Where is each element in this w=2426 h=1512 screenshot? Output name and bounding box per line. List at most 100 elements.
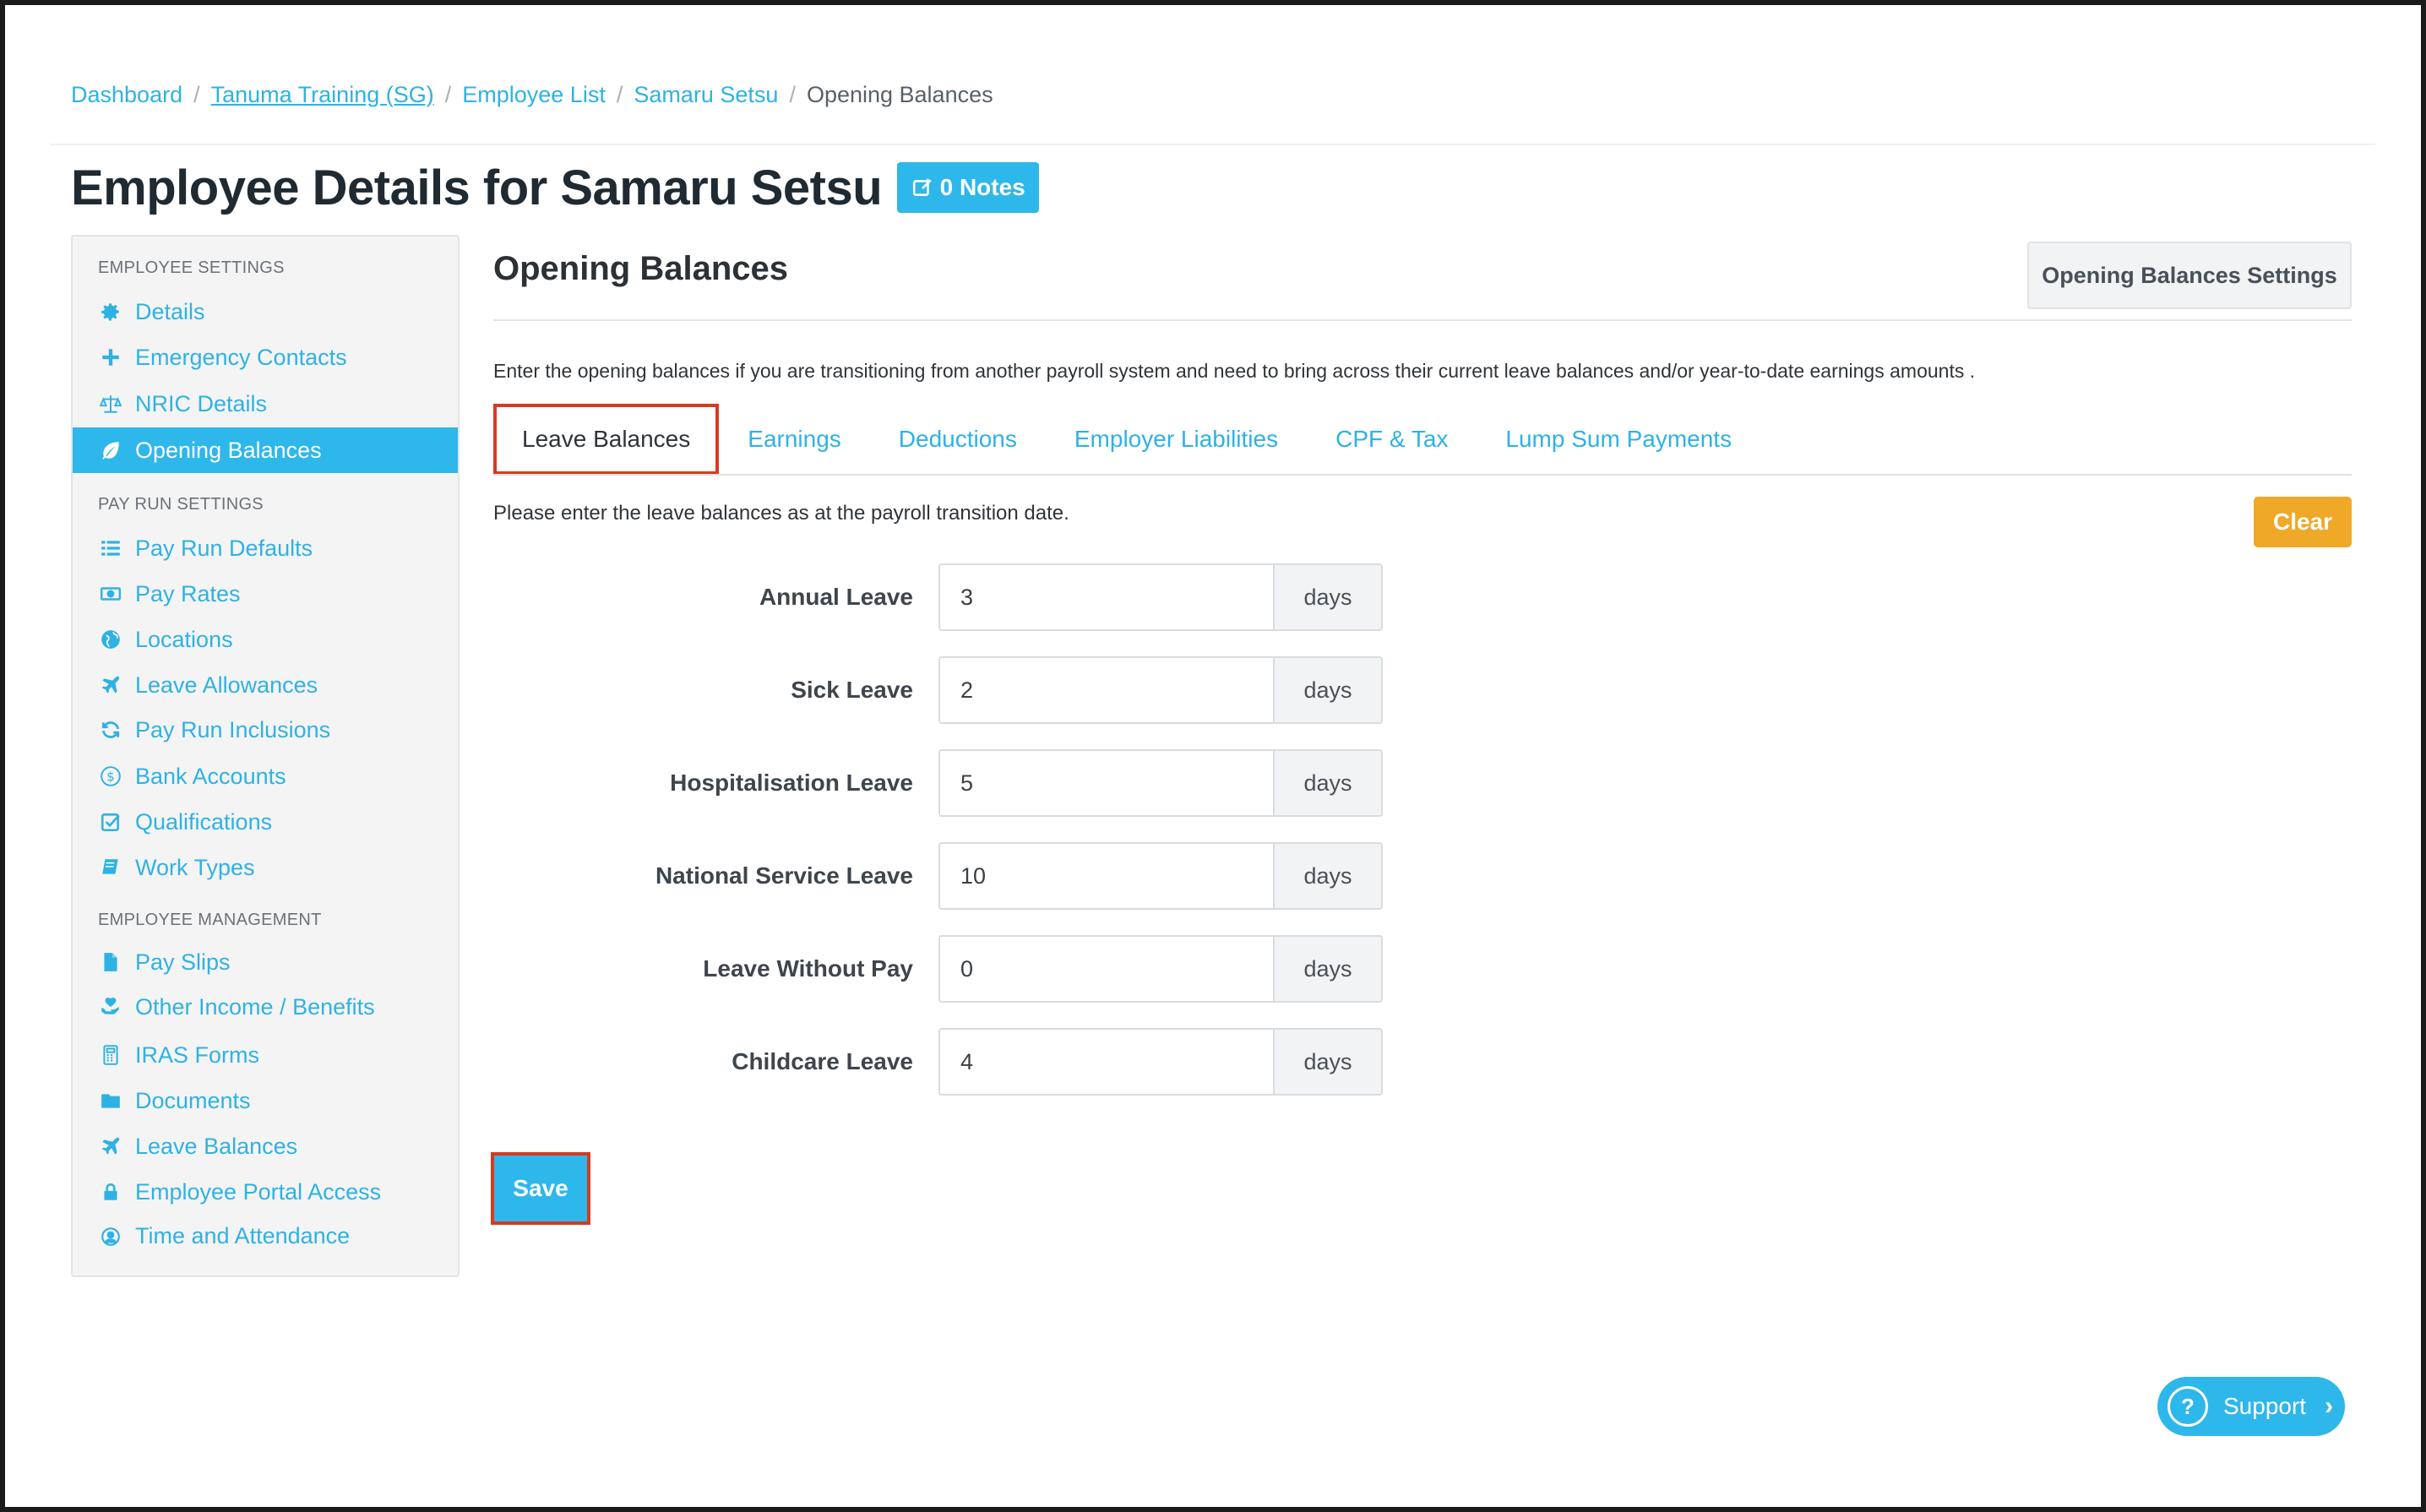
field-label: Sick Leave: [791, 677, 913, 703]
leaf-icon: [98, 438, 123, 463]
sidebar-item-other-income-benefits[interactable]: Other Income / Benefits: [73, 984, 458, 1030]
sidebar-item-locations[interactable]: Locations: [73, 617, 458, 662]
intro-text: Enter the opening balances if you are tr…: [493, 360, 1976, 382]
sidebar-item-documents[interactable]: Documents: [73, 1078, 458, 1123]
page-title: Employee Details for Samaru Setsu: [71, 160, 883, 215]
plane-icon: [98, 672, 123, 698]
question-icon: ?: [2168, 1386, 2208, 1427]
breadcrumb-employee[interactable]: Samaru Setsu: [634, 82, 778, 108]
notes-label: 0 Notes: [939, 174, 1025, 200]
tabs-divider: [493, 474, 2352, 476]
unit-addon: days: [1273, 844, 1381, 908]
sidebar-item-pay-rates[interactable]: Pay Rates: [73, 571, 458, 617]
unit-addon: days: [1273, 751, 1381, 815]
breadcrumb-employee-list[interactable]: Employee List: [462, 82, 606, 108]
sidebar-item-pay-slips[interactable]: Pay Slips: [73, 939, 458, 985]
dollar-circle-icon: $: [98, 764, 123, 789]
file-icon: [98, 949, 123, 975]
sidebar-item-label: IRAS Forms: [135, 1042, 260, 1068]
sidebar-item-label: Employee Portal Access: [135, 1178, 382, 1205]
sidebar-item-time-and-attendance[interactable]: Time and Attendance: [73, 1213, 458, 1259]
gear-icon: [98, 299, 123, 324]
sidebar-item-label: Other Income / Benefits: [135, 993, 375, 1020]
sidebar-item-nric-details[interactable]: NRIC Details: [73, 381, 458, 427]
breadcrumb-separator: /: [616, 81, 623, 107]
national-service-leave-input[interactable]: [940, 844, 1273, 908]
tab-earnings[interactable]: Earnings: [719, 404, 870, 475]
sidebar-item-employee-portal-access[interactable]: Employee Portal Access: [73, 1169, 458, 1215]
input-group: days: [938, 656, 1383, 724]
breadcrumb-separator: /: [789, 81, 796, 107]
sidebar-item-label: Qualifications: [135, 808, 273, 835]
breadcrumb-separator: /: [444, 81, 452, 107]
sick-leave-input[interactable]: [940, 658, 1273, 722]
notes-button[interactable]: 0 Notes: [897, 162, 1040, 213]
support-button[interactable]: ? Support ›: [2157, 1377, 2345, 1436]
sidebar-item-label: Locations: [135, 626, 233, 652]
svg-text:$: $: [106, 769, 115, 784]
opening-balances-settings-button[interactable]: Opening Balances Settings: [2027, 242, 2352, 309]
breadcrumb-dashboard[interactable]: Dashboard: [71, 82, 182, 108]
field-label: Leave Without Pay: [703, 955, 913, 982]
refresh-icon: [98, 717, 123, 742]
sidebar-item-emergency-contacts[interactable]: Emergency Contacts: [73, 334, 458, 380]
sidebar-heading-employee-management: EMPLOYEE MANAGEMENT: [98, 911, 322, 929]
sidebar-item-label: Leave Allowances: [135, 672, 318, 698]
clear-button[interactable]: Clear: [2254, 497, 2352, 547]
breadcrumb-company[interactable]: Tanuma Training (SG): [211, 82, 434, 108]
form-row-national-service-leave: National Service Leave days: [493, 842, 1409, 910]
sidebar-item-work-types[interactable]: Work Types: [73, 845, 458, 890]
sidebar-item-label: Pay Run Inclusions: [135, 716, 331, 742]
unit-addon: days: [1273, 658, 1381, 722]
sidebar-item-iras-forms[interactable]: IRAS Forms: [73, 1032, 458, 1078]
sidebar-item-label: Time and Attendance: [135, 1222, 351, 1248]
folder-icon: [98, 1088, 123, 1113]
plane-icon: [98, 1134, 123, 1159]
money-icon: [98, 581, 123, 606]
breadcrumb-separator: /: [193, 81, 200, 107]
sidebar-item-qualifications[interactable]: Qualifications: [73, 799, 458, 845]
tab-cpf-tax[interactable]: CPF & Tax: [1307, 404, 1477, 475]
childcare-leave-input[interactable]: [940, 1030, 1273, 1094]
field-label: Annual Leave: [759, 584, 913, 610]
tab-deductions[interactable]: Deductions: [870, 404, 1046, 475]
title-row: Employee Details for Samaru Setsu 0 Note…: [71, 157, 1040, 218]
annual-leave-input[interactable]: [940, 565, 1273, 629]
divider: [51, 144, 2375, 145]
sidebar-item-details[interactable]: Details: [73, 289, 458, 334]
lock-icon: [98, 1179, 123, 1205]
sidebar-item-label: Pay Run Defaults: [135, 535, 313, 561]
input-group: days: [938, 1028, 1383, 1096]
hospitalisation-leave-input[interactable]: [940, 751, 1273, 815]
list-icon: [98, 536, 123, 561]
sidebar: EMPLOYEE SETTINGS Details Emergency Cont…: [71, 235, 460, 1277]
leave-note: Please enter the leave balances as at th…: [493, 502, 1069, 525]
sidebar-item-bank-accounts[interactable]: $ Bank Accounts: [73, 753, 458, 799]
tab-employer-liabilities[interactable]: Employer Liabilities: [1046, 404, 1307, 475]
chevron-right-icon: ›: [2325, 1392, 2334, 1420]
sidebar-item-leave-balances[interactable]: Leave Balances: [73, 1123, 458, 1169]
sidebar-item-pay-run-defaults[interactable]: Pay Run Defaults: [73, 525, 458, 571]
sidebar-item-label: NRIC Details: [135, 390, 268, 416]
form-row-leave-without-pay: Leave Without Pay days: [493, 935, 1409, 1003]
breadcrumb-current: Opening Balances: [806, 81, 993, 107]
unit-addon: days: [1273, 937, 1381, 1001]
edit-icon: [912, 178, 932, 196]
sidebar-heading-employee-settings: EMPLOYEE SETTINGS: [98, 258, 285, 277]
section-title: Opening Balances: [493, 250, 788, 287]
sidebar-item-opening-balances[interactable]: Opening Balances: [73, 427, 458, 473]
sidebar-item-pay-run-inclusions[interactable]: Pay Run Inclusions: [73, 707, 458, 753]
tab-leave-balances[interactable]: Leave Balances: [493, 404, 720, 475]
tab-lump-sum-payments[interactable]: Lump Sum Payments: [1477, 404, 1760, 475]
input-group: days: [938, 935, 1383, 1003]
input-group: days: [938, 842, 1383, 910]
support-label: Support: [2223, 1393, 2307, 1419]
unit-addon: days: [1273, 1030, 1381, 1094]
sidebar-item-leave-allowances[interactable]: Leave Allowances: [73, 662, 458, 708]
save-button[interactable]: Save: [491, 1152, 590, 1225]
sidebar-heading-pay-run-settings: PAY RUN SETTINGS: [98, 495, 264, 514]
tabs: Leave Balances Earnings Deductions Emplo…: [493, 404, 1760, 475]
leave-without-pay-input[interactable]: [940, 937, 1273, 1001]
sidebar-item-label: Opening Balances: [135, 437, 322, 463]
field-label: Childcare Leave: [732, 1048, 913, 1074]
